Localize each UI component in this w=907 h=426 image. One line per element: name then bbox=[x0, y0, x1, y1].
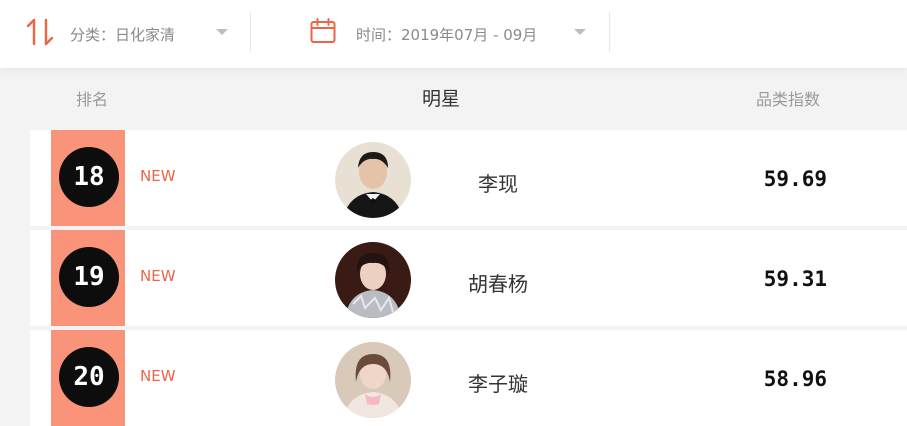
filter-divider bbox=[609, 12, 610, 52]
category-filter-dropdown[interactable]: 分类：日化家清 bbox=[70, 0, 240, 68]
category-filter-label: 分类：日化家清 bbox=[70, 25, 176, 44]
rank-badge: 18 bbox=[59, 147, 119, 207]
category-index-score: 59.31 bbox=[763, 267, 827, 291]
rank-badge: 19 bbox=[59, 247, 119, 307]
chevron-down-icon bbox=[216, 29, 228, 35]
chevron-down-icon bbox=[574, 29, 586, 35]
table-row[interactable]: 20 NEW 李子璇 58.96 bbox=[30, 330, 907, 426]
category-index-score: 58.96 bbox=[763, 367, 827, 391]
star-name[interactable]: 胡春杨 bbox=[430, 268, 566, 297]
filter-bar: 分类：日化家清 时间：2019年07月 - 09月 bbox=[0, 0, 907, 68]
rank-badge: 20 bbox=[59, 347, 119, 407]
avatar[interactable] bbox=[335, 342, 411, 418]
filter-divider bbox=[250, 12, 251, 52]
new-tag: NEW bbox=[140, 167, 176, 185]
new-tag: NEW bbox=[140, 367, 176, 385]
sort-arrows-icon[interactable] bbox=[26, 17, 54, 47]
star-name[interactable]: 李现 bbox=[430, 168, 566, 197]
star-name[interactable]: 李子璇 bbox=[430, 368, 566, 397]
time-filter-dropdown[interactable]: 时间：2019年07月 - 09月 bbox=[356, 0, 596, 68]
star-column-header: 明星 bbox=[422, 88, 461, 110]
avatar[interactable] bbox=[335, 142, 411, 218]
time-filter-label: 时间：2019年07月 - 09月 bbox=[356, 25, 538, 44]
avatar[interactable] bbox=[335, 242, 411, 318]
rank-column-header: 排名 bbox=[76, 90, 109, 109]
category-index-score: 59.69 bbox=[763, 167, 827, 191]
calendar-icon bbox=[310, 18, 336, 43]
index-column-header: 品类指数 bbox=[756, 90, 821, 109]
new-tag: NEW bbox=[140, 267, 176, 285]
table-header: 排名 明星 品类指数 bbox=[0, 68, 907, 126]
table-row[interactable]: 19 NEW 胡春杨 59.31 bbox=[30, 230, 907, 326]
table-row[interactable]: 18 NEW 李现 59.69 bbox=[30, 130, 907, 226]
